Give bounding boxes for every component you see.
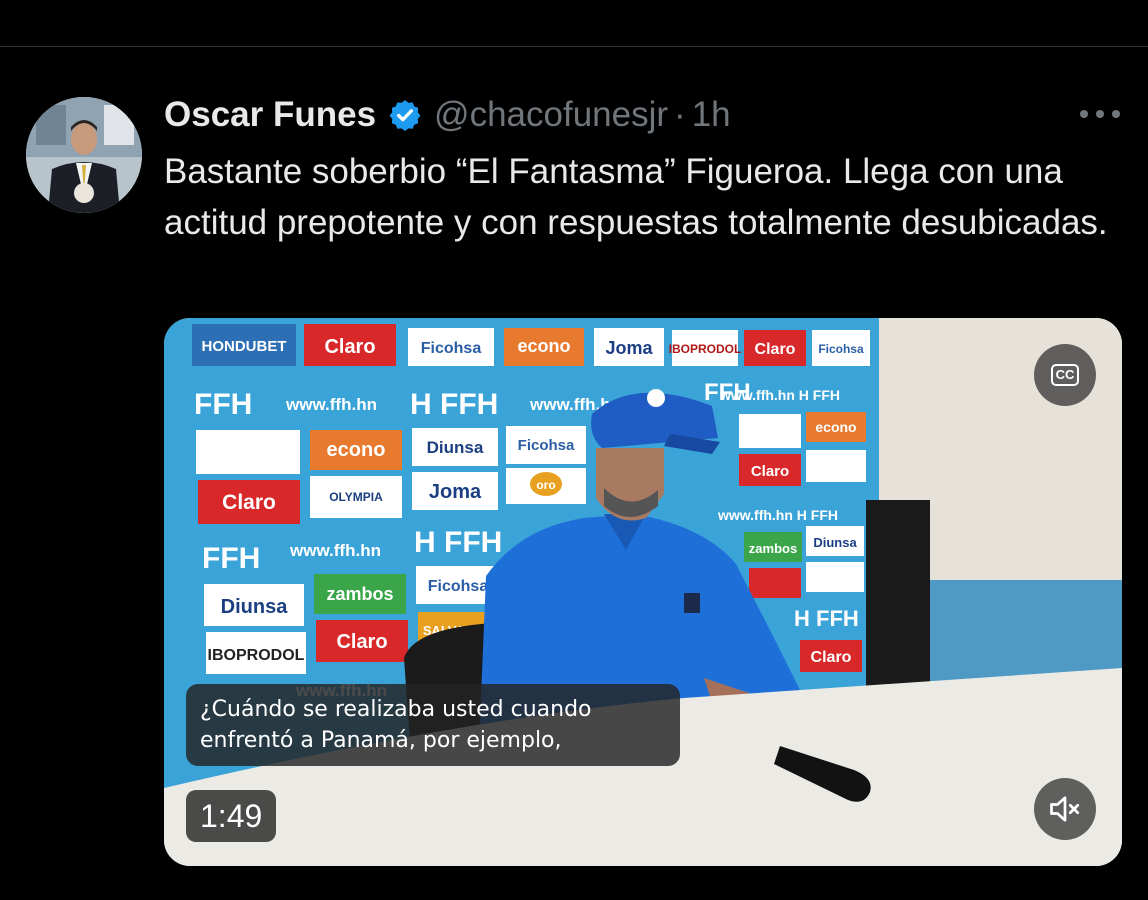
subtitle-line: ¿Cuándo se realizaba usted cuando — [200, 697, 592, 722]
sponsor-claro: Claro — [751, 463, 789, 480]
sponsor-diunsa: Diunsa — [813, 535, 857, 550]
subtitle-line: enfrentó a Panamá, por ejemplo, — [200, 728, 562, 753]
timestamp[interactable]: 1h — [692, 95, 731, 135]
ffh-logo-text: H FFH — [794, 606, 859, 631]
sponsor-hondubet: HONDUBET — [202, 338, 287, 355]
video-subtitle: ¿Cuándo se realizaba usted cuando enfren… — [186, 684, 680, 766]
sponsor-econo: econo — [327, 439, 386, 461]
tweet-text: Bastante soberbio “El Fantasma” Figueroa… — [164, 152, 1108, 242]
ffh-url-text: www.ffh.hn — [289, 541, 381, 560]
sponsor-claro: Claro — [324, 336, 375, 358]
sponsor-olympia: OLYMPIA — [329, 490, 383, 504]
avatar[interactable] — [26, 97, 142, 213]
more-options-icon[interactable] — [1080, 104, 1120, 124]
verified-badge-icon — [388, 98, 422, 132]
more-dot — [1112, 110, 1120, 118]
ffh-url-text: www.ffh.hn H FFH — [719, 387, 840, 403]
sponsor-claro: Claro — [336, 631, 387, 653]
captions-button[interactable]: CC — [1034, 344, 1096, 406]
video-duration: 1:49 — [186, 790, 277, 842]
ffh-url-text: www.ffh.hn H FFH — [717, 507, 838, 523]
avatar-photo — [26, 97, 142, 213]
sponsor-ficohsa: Ficohsa — [818, 342, 864, 356]
ffh-logo-text: H FFH — [410, 388, 498, 421]
sponsor-zambos: zambos — [749, 541, 797, 556]
ffh-logo-text: H FFH — [414, 526, 502, 559]
more-dot — [1096, 110, 1104, 118]
sponsor-joma: Joma — [605, 338, 653, 358]
display-name[interactable]: Oscar Funes — [164, 95, 376, 135]
top-divider — [0, 46, 1148, 47]
sponsor-ficohsa: Ficohsa — [428, 578, 489, 595]
sponsor-diunsa: Diunsa — [427, 438, 484, 457]
tweet-header: Oscar Funes @chacofunesjr · 1h — [164, 92, 731, 138]
sponsor-oro: oro — [536, 478, 555, 492]
sponsor-diunsa: Diunsa — [221, 596, 289, 618]
sponsor-iboprodol: IBOPRODOL — [208, 647, 305, 664]
sponsor-iboprodol: IBOPRODOL — [669, 342, 742, 356]
header-separator: · — [674, 95, 686, 134]
ffh-logo-text: FFH — [194, 388, 252, 421]
captions-icon: CC — [1050, 364, 1080, 386]
sponsor-claro: Claro — [222, 491, 276, 514]
more-dot — [1080, 110, 1088, 118]
sponsor-claro: Claro — [755, 341, 796, 358]
sponsor-joma: Joma — [429, 481, 482, 503]
sponsor-claro: Claro — [811, 649, 852, 666]
video-player[interactable]: HONDUBET Claro Ficohsa econo Joma IBOPRO… — [164, 318, 1122, 866]
sponsor-econo: econo — [815, 419, 856, 435]
ffh-url-text: www.ffh.hn — [285, 395, 377, 414]
volume-muted-icon[interactable] — [1034, 778, 1096, 840]
sponsor-zambos: zambos — [326, 584, 393, 604]
sponsor-ficohsa: Ficohsa — [421, 340, 482, 357]
ffh-logo-text: FFH — [202, 542, 260, 575]
handle[interactable]: @chacofunesjr — [434, 95, 668, 135]
sponsor-ficohsa: Ficohsa — [518, 437, 575, 454]
video-frame: HONDUBET Claro Ficohsa econo Joma IBOPRO… — [164, 318, 1122, 866]
sponsor-econo: econo — [517, 336, 570, 356]
